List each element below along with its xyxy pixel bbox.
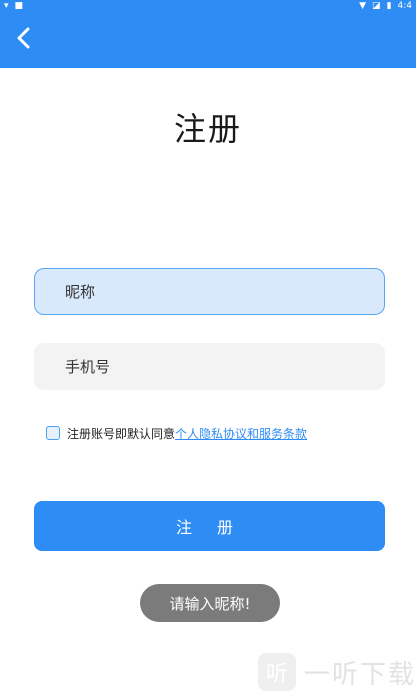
watermark: 听 一听下载 <box>258 650 416 694</box>
wifi-icon: ▼ <box>359 1 367 11</box>
phone-input[interactable]: 手机号 <box>34 343 385 390</box>
back-button[interactable] <box>8 20 38 56</box>
watermark-logo: 听 <box>258 653 296 691</box>
signal-icon: ◪ <box>372 1 381 11</box>
agreement-link[interactable]: 个人隐私协议和服务条款 <box>175 425 307 442</box>
status-bar: ▾ ■ ▼ ◪ ▮ 4:4 <box>0 0 416 12</box>
agreement-row: 注册账号即默认同意 个人隐私协议和服务条款 <box>46 424 307 442</box>
chevron-left-icon <box>17 27 30 49</box>
app-bar <box>0 12 416 68</box>
status-time: 4:4 <box>397 1 412 11</box>
register-button[interactable]: 注 册 <box>34 501 385 551</box>
agreement-text: 注册账号即默认同意 <box>67 426 176 441</box>
sim-icon: ■ <box>14 1 24 11</box>
nickname-placeholder: 昵称 <box>65 283 96 301</box>
toast-message: 请输入昵称! <box>140 584 280 622</box>
nickname-input[interactable]: 昵称 <box>34 268 385 315</box>
watermark-logo-glyph: 听 <box>265 662 288 687</box>
battery-icon: ▮ <box>386 1 392 11</box>
page-title: 注册 <box>173 110 242 148</box>
watermark-text: 一听下载 <box>304 659 416 690</box>
notification-icon: ▾ <box>4 1 9 11</box>
agreement-checkbox[interactable] <box>46 426 60 440</box>
phone-placeholder: 手机号 <box>65 358 111 376</box>
